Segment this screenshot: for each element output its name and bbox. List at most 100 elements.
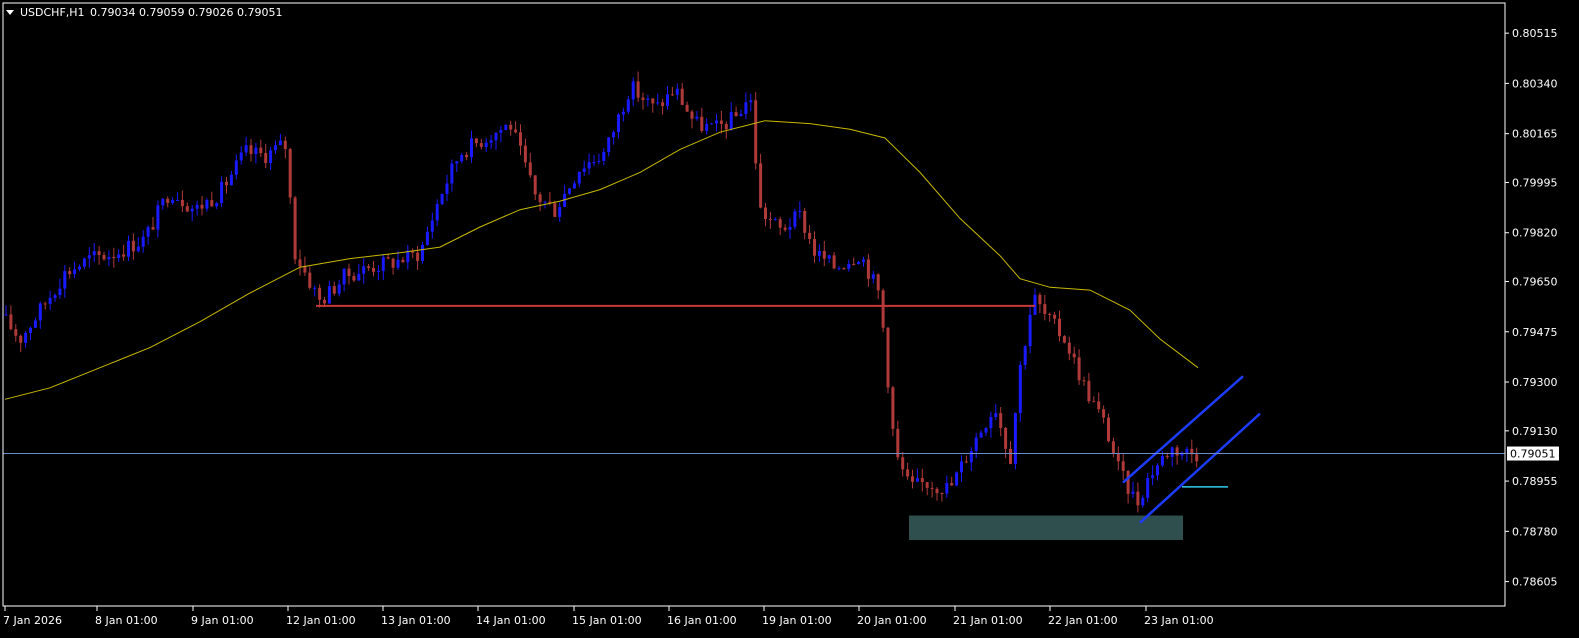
candle-body [911, 476, 914, 482]
candle-body [303, 266, 307, 273]
candle-body [1121, 461, 1125, 471]
y-tick-label: 0.79650 [1512, 276, 1558, 289]
candle-body [465, 154, 469, 158]
candle-body [112, 256, 116, 258]
chart-root[interactable]: 0.80515 0.80340 0.80165 0.79995 0.79820 0.796… [0, 0, 1579, 634]
candle-body [827, 255, 831, 259]
y-tick-label: 0.79130 [1512, 425, 1558, 438]
candle-body [401, 259, 405, 263]
candle-body [156, 205, 160, 230]
candle-body [553, 203, 557, 217]
candle-body [63, 271, 67, 289]
candle-body [871, 274, 875, 279]
y-tick-label: 0.78605 [1512, 576, 1558, 589]
candle-body [171, 200, 175, 203]
candle-body [288, 149, 292, 198]
candle-body [979, 432, 983, 438]
candle-body [58, 288, 62, 296]
candle-body [1185, 448, 1189, 453]
candle-body [107, 256, 111, 260]
candle-body [906, 469, 910, 477]
candle-body [43, 303, 47, 305]
candle-body [1038, 294, 1042, 305]
candle-body [901, 457, 905, 470]
candle-body [1116, 453, 1120, 462]
y-tick-label: 0.79995 [1512, 176, 1558, 189]
candle-body [935, 488, 939, 494]
candle-body [793, 211, 797, 227]
candle-body [837, 268, 841, 270]
candle-body [754, 100, 758, 164]
candle-body [78, 266, 81, 270]
candle-body [1131, 491, 1135, 494]
candle-body [470, 138, 473, 158]
chart-background [0, 0, 1579, 634]
candle-body [151, 227, 155, 230]
candle-body [538, 194, 542, 203]
candle-body [719, 120, 723, 124]
candle-body [347, 268, 351, 277]
candle-body [176, 199, 179, 201]
candle-body [519, 132, 522, 146]
candle-body [14, 329, 18, 336]
candle-body [1072, 353, 1076, 358]
candle-body [1028, 314, 1032, 347]
candle-body [612, 132, 616, 138]
candle-body [656, 102, 660, 104]
candle-body [24, 332, 28, 343]
candle-body [1058, 318, 1061, 337]
candle-body [773, 219, 777, 221]
candle-body [1067, 342, 1071, 354]
candle-body [964, 461, 968, 463]
candle-body [523, 145, 527, 163]
candle-body [621, 111, 625, 115]
candle-body [666, 94, 669, 106]
candle-body [1146, 478, 1150, 498]
candle-body [847, 264, 851, 269]
candle-body [533, 175, 537, 195]
candle-body [925, 482, 929, 488]
x-tick-label: 21 Jan 01:00 [953, 614, 1023, 627]
candle-body [969, 451, 973, 463]
candle-body [1048, 313, 1052, 315]
candle-body [1160, 455, 1164, 466]
candle-body [813, 238, 816, 256]
candle-body [1013, 413, 1017, 464]
candle-body [430, 220, 434, 232]
candle-body [362, 266, 366, 274]
candle-body [592, 162, 596, 164]
candle-body [803, 210, 807, 233]
candle-body [842, 268, 846, 270]
candle-body [264, 153, 268, 164]
candle-body [391, 258, 395, 268]
candle-body [97, 251, 101, 255]
candle-body [881, 290, 885, 328]
candle-body [269, 150, 273, 164]
candle-body [1195, 454, 1199, 462]
candle-body [783, 227, 787, 230]
x-tick-label: 9 Jan 01:00 [191, 614, 254, 627]
candle-body [1062, 336, 1066, 343]
candle-body [994, 413, 998, 418]
candle-body [1097, 401, 1101, 410]
candle-body [342, 268, 346, 285]
price-chart[interactable]: 0.80515 0.80340 0.80165 0.79995 0.79820 0.796… [0, 0, 1579, 634]
candle-body [744, 102, 748, 114]
candle-body [386, 257, 390, 259]
candle-body [229, 174, 233, 186]
candle-body [974, 437, 978, 452]
candle-body [587, 162, 591, 169]
candle-body [1156, 465, 1159, 476]
candle-body [274, 145, 277, 151]
candle-body [724, 123, 728, 130]
current-price-label: 0.79051 [1510, 448, 1556, 461]
candle-body [332, 286, 336, 294]
candle-body [582, 168, 586, 172]
candle-body [372, 267, 375, 272]
demand-zone[interactable] [909, 515, 1183, 540]
candle-body [425, 231, 429, 245]
x-tick-label: 12 Jan 01:00 [286, 614, 356, 627]
candle-body [945, 483, 949, 494]
candle-body [102, 254, 106, 260]
candle-body [1170, 447, 1174, 457]
